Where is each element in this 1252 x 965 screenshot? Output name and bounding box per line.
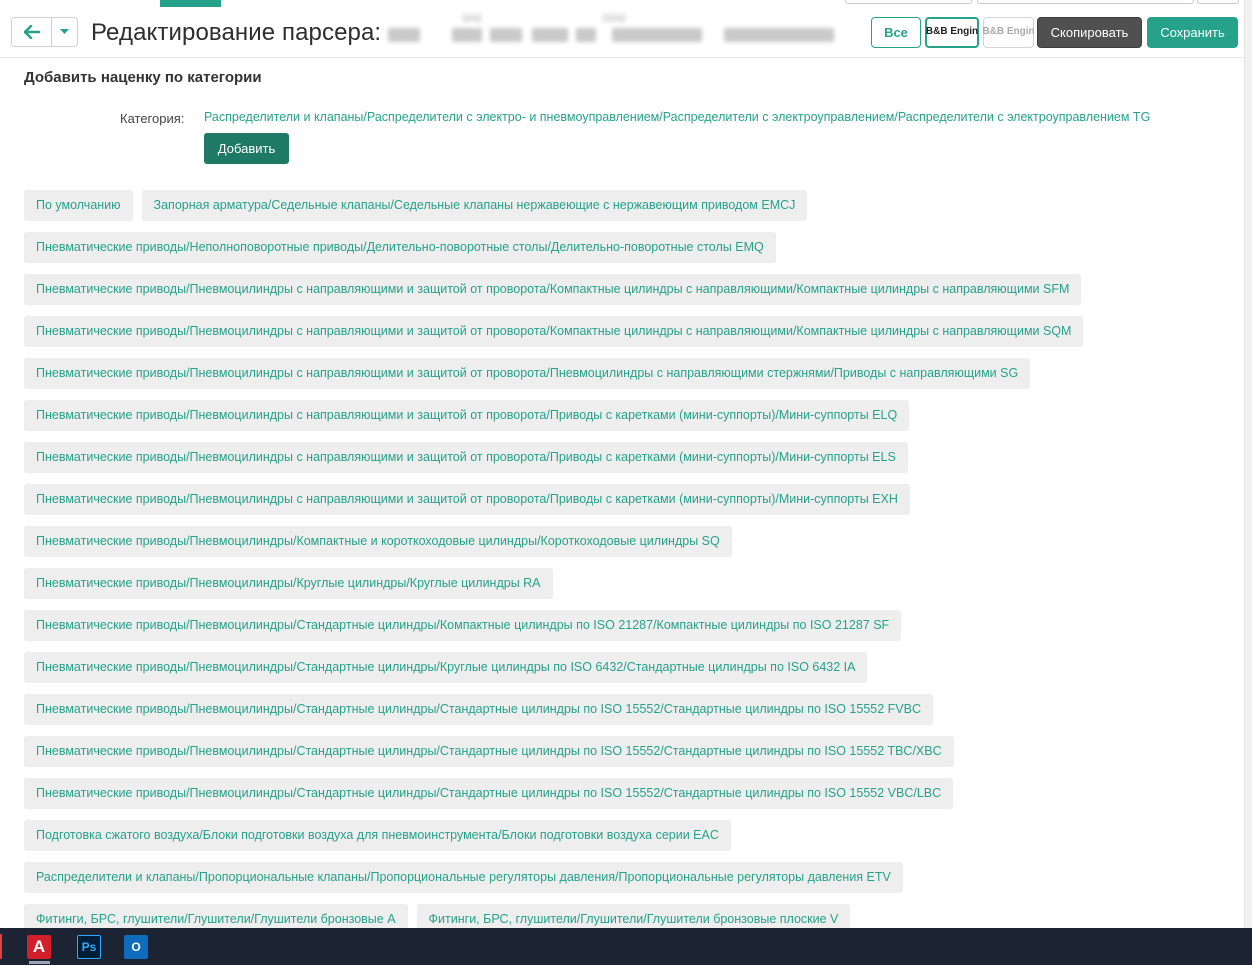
category-label: Категория: xyxy=(120,111,185,126)
tag-row: Пневматические приводы/Пневмоцилиндры с … xyxy=(24,442,1234,473)
page-title: Редактирование парсера: xyxy=(91,19,382,46)
bb-engineering-logo-button[interactable]: B&B Engin xyxy=(982,17,1035,48)
tag-row: Фитинги, БРС, глушители/Глушители/Глушит… xyxy=(24,904,1234,928)
category-markup-list: По умолчанию Запорная арматура/Седельные … xyxy=(24,190,1234,928)
category-tag[interactable]: Пневматические приводы/Пневмоцилиндры/Ст… xyxy=(24,778,954,809)
outlook-icon[interactable]: O xyxy=(124,935,148,959)
tag-row: Распределители и клапаны/Пропорциональны… xyxy=(24,862,1234,893)
top-controls-strip xyxy=(845,0,1240,4)
category-tag[interactable]: Пневматические приводы/Пневмоцилиндры/Ст… xyxy=(24,652,868,683)
category-tag[interactable]: Пневматические приводы/Пневмоцилиндры/Ст… xyxy=(24,736,954,767)
active-tab-indicator[interactable] xyxy=(160,0,221,7)
bb-engineering-logo-button-active[interactable]: B&B Engin xyxy=(925,17,979,48)
bb-engineering-logo: B&B Engin xyxy=(982,25,1035,37)
category-tag[interactable]: Пневматические приводы/Пневмоцилиндры/Ст… xyxy=(24,610,902,641)
tag-row: Пневматические приводы/Пневмоцилиндры с … xyxy=(24,358,1234,389)
category-tag[interactable]: Пневматические приводы/Пневмоцилиндры с … xyxy=(24,316,1084,347)
active-app-indicator xyxy=(29,961,50,964)
add-button[interactable]: Добавить xyxy=(204,133,289,164)
tag-row: Пневматические приводы/Пневмоцилиндры с … xyxy=(24,400,1234,431)
back-dropdown-button[interactable] xyxy=(52,17,78,47)
tag-row: Пневматические приводы/Пневмоцилиндры с … xyxy=(24,274,1234,305)
caret-down-icon xyxy=(60,29,69,34)
category-tag[interactable]: Пневматические приводы/Пневмоцилиндры с … xyxy=(24,484,910,515)
tag-row: Пневматические приводы/Неполноповоротные… xyxy=(24,232,1234,263)
tag-row: Пневматические приводы/Пневмоцилиндры/Ст… xyxy=(24,610,1234,641)
category-tag[interactable]: Запорная арматура/Седельные клапаны/Седе… xyxy=(141,190,808,221)
photoshop-icon[interactable]: Ps xyxy=(77,935,101,959)
redacted-parser-name xyxy=(372,14,852,58)
category-tag[interactable]: Пневматические приводы/Неполноповоротные… xyxy=(24,232,776,263)
taskbar xyxy=(0,928,1252,965)
category-tag[interactable]: Пневматические приводы/Пневмоцилиндры с … xyxy=(24,358,1031,389)
tag-row: Пневматические приводы/Пневмоцилиндры/Кр… xyxy=(24,568,1234,599)
tag-row: Пневматические приводы/Пневмоцилиндры/Ст… xyxy=(24,652,1234,683)
back-button[interactable] xyxy=(11,17,52,47)
logo-tagline xyxy=(973,37,974,42)
logo-tagline xyxy=(1029,37,1030,42)
category-tag[interactable]: По умолчанию xyxy=(24,190,133,221)
tag-row: Пневматические приводы/Пневмоцилиндры с … xyxy=(24,484,1234,515)
scrollbar[interactable] xyxy=(1244,0,1252,928)
tag-row: Подготовка сжатого воздуха/Блоки подгото… xyxy=(24,820,1234,851)
tag-row: Пневматические приводы/Пневмоцилиндры с … xyxy=(24,316,1234,347)
category-tag[interactable]: Подготовка сжатого воздуха/Блоки подгото… xyxy=(24,820,731,851)
category-select[interactable]: Распределители и клапаны/Распределители … xyxy=(204,110,1150,124)
category-tag[interactable]: Пневматические приводы/Пневмоцилиндры с … xyxy=(24,274,1082,305)
tag-row: Пневматические приводы/Пневмоцилиндры/Ст… xyxy=(24,694,1234,725)
category-tag[interactable]: Пневматические приводы/Пневмоцилиндры/Кр… xyxy=(24,568,553,599)
all-button[interactable]: Все xyxy=(871,17,921,48)
header-divider xyxy=(0,57,1244,58)
tag-row: По умолчанию Запорная арматура/Седельные … xyxy=(24,190,1234,221)
tag-row: Пневматические приводы/Пневмоцилиндры/Ко… xyxy=(24,526,1234,557)
category-tag[interactable]: Фитинги, БРС, глушители/Глушители/Глушит… xyxy=(24,904,408,928)
tag-row: Пневматические приводы/Пневмоцилиндры/Ст… xyxy=(24,736,1234,767)
copy-button[interactable]: Скопировать xyxy=(1037,17,1142,48)
tag-row: Пневматические приводы/Пневмоцилиндры/Ст… xyxy=(24,778,1234,809)
navigation-button-group xyxy=(11,17,78,47)
save-button[interactable]: Сохранить xyxy=(1147,17,1238,48)
page: Редактирование парсера: Все B&B Engin B&… xyxy=(0,0,1244,928)
section-title: Добавить наценку по категории xyxy=(24,69,262,86)
taskbar-indicator xyxy=(0,934,2,959)
category-tag[interactable]: Пневматические приводы/Пневмоцилиндры/Ко… xyxy=(24,526,732,557)
category-tag[interactable]: Фитинги, БРС, глушители/Глушители/Глушит… xyxy=(416,904,851,928)
category-tag[interactable]: Пневматические приводы/Пневмоцилиндры с … xyxy=(24,400,910,431)
bb-engineering-logo: B&B Engin xyxy=(925,25,979,37)
category-tag[interactable]: Распределители и клапаны/Пропорциональны… xyxy=(24,862,903,893)
category-tag[interactable]: Пневматические приводы/Пневмоцилиндры с … xyxy=(24,442,908,473)
autocad-icon[interactable]: A xyxy=(27,935,51,959)
arrow-left-icon xyxy=(23,25,40,39)
category-tag[interactable]: Пневматические приводы/Пневмоцилиндры/Ст… xyxy=(24,694,934,725)
